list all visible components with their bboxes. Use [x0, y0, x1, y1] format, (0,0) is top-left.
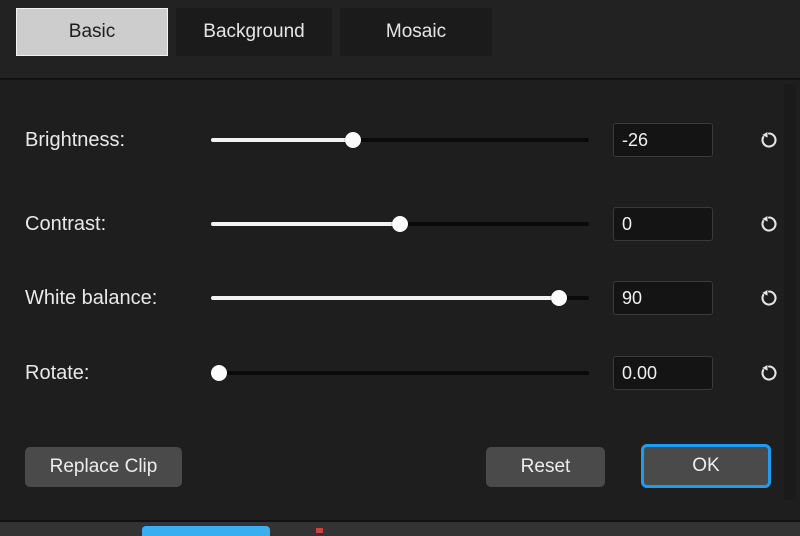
reset-arrow-icon-contrast[interactable] — [755, 210, 783, 238]
white-balance-slider-fill — [211, 296, 559, 300]
tab-basic[interactable]: Basic — [16, 8, 168, 56]
brightness-slider-fill — [211, 138, 353, 142]
tab-mosaic[interactable]: Mosaic — [340, 8, 492, 56]
contrast-value-input[interactable]: 0 — [613, 207, 713, 241]
timeline-clip[interactable] — [142, 526, 270, 536]
timeline-marker — [316, 528, 323, 533]
contrast-slider[interactable] — [211, 196, 589, 252]
basic-settings-panel: Brightness: -26 Contrast: 0 White balanc… — [0, 82, 800, 502]
adjustment-row-contrast: Contrast: 0 — [0, 196, 790, 252]
ok-button[interactable]: OK — [641, 444, 771, 488]
brightness-value-input[interactable]: -26 — [613, 123, 713, 157]
tab-bar: Basic Background Mosaic — [0, 0, 800, 80]
rotate-label: Rotate: — [25, 362, 90, 384]
clip-edit-dialog: Basic Background Mosaic Brightness: -26 — [0, 0, 800, 536]
contrast-slider-fill — [211, 222, 400, 226]
rotate-slider-track[interactable] — [211, 371, 589, 375]
white-balance-label: White balance: — [25, 287, 158, 309]
brightness-slider[interactable] — [211, 112, 589, 168]
white-balance-slider[interactable] — [211, 270, 589, 326]
ok-label: OK — [692, 455, 720, 476]
replace-clip-button[interactable]: Replace Clip — [25, 447, 182, 487]
brightness-slider-thumb[interactable] — [344, 132, 361, 148]
tab-basic-label: Basic — [68, 21, 116, 42]
tab-mosaic-label: Mosaic — [385, 21, 447, 42]
rotate-slider[interactable] — [210, 345, 589, 401]
rotate-value-input[interactable]: 0.00 — [613, 356, 713, 390]
reset-arrow-icon-brightness[interactable] — [755, 126, 783, 154]
vertical-scrollbar[interactable] — [784, 84, 796, 500]
tab-background-label: Background — [203, 21, 305, 42]
rotate-slider-thumb[interactable] — [210, 365, 227, 381]
replace-clip-label: Replace Clip — [49, 456, 158, 477]
tab-background[interactable]: Background — [176, 8, 332, 56]
brightness-label: Brightness: — [25, 129, 126, 151]
adjustment-row-white-balance: White balance: 90 — [0, 270, 790, 326]
contrast-slider-thumb[interactable] — [392, 216, 408, 232]
adjustment-row-rotate: Rotate: 0.00 — [0, 345, 790, 401]
reset-button[interactable]: Reset — [486, 447, 605, 487]
reset-label: Reset — [520, 456, 571, 477]
reset-arrow-icon-white-balance[interactable] — [755, 284, 783, 312]
adjustment-row-brightness: Brightness: -26 — [0, 112, 790, 168]
background-app-strip — [0, 502, 800, 536]
reset-arrow-icon-rotate[interactable] — [755, 359, 783, 387]
white-balance-value-input[interactable]: 90 — [613, 281, 713, 315]
white-balance-slider-thumb[interactable] — [550, 290, 567, 306]
contrast-label: Contrast: — [25, 213, 107, 235]
